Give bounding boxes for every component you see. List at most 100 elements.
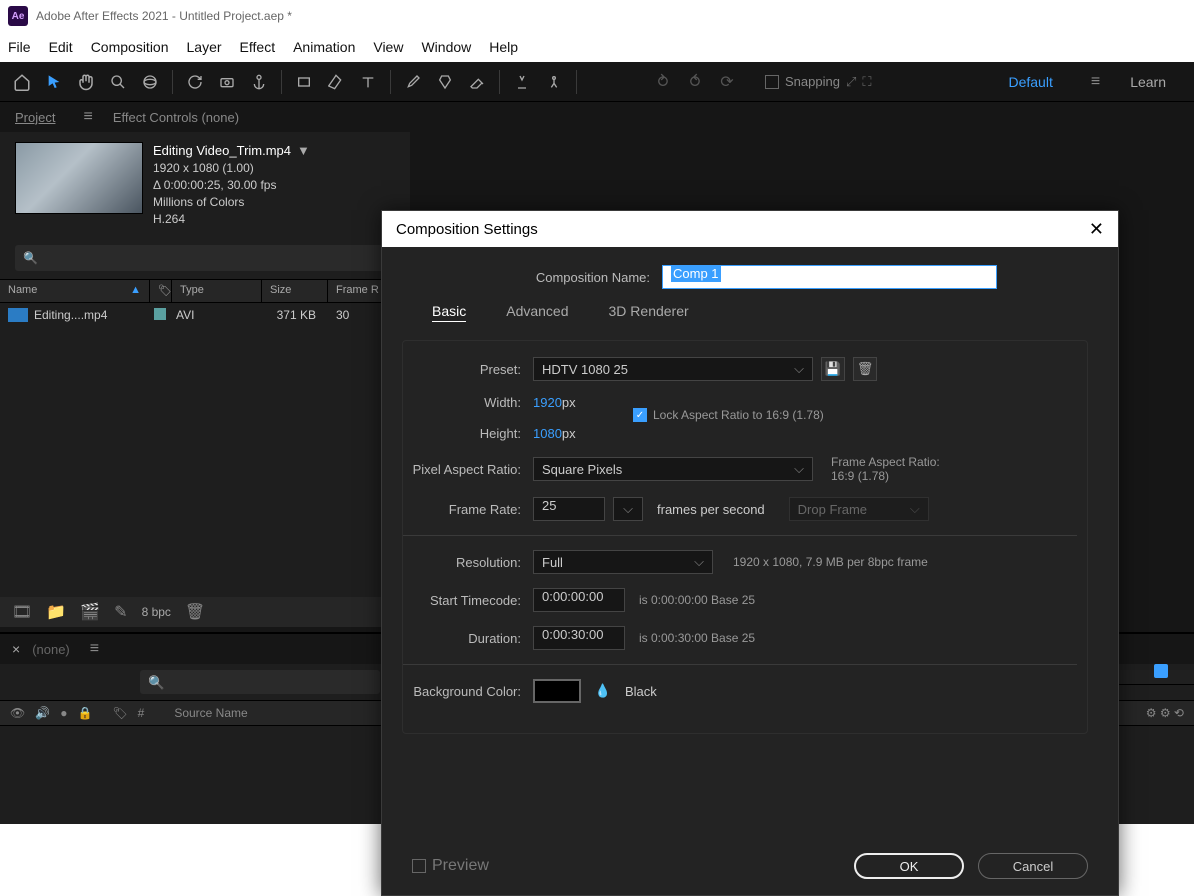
snap-opt-icon[interactable]: ⤢ xyxy=(846,74,856,90)
clone-tool-icon[interactable] xyxy=(431,68,459,96)
menu-window[interactable]: Window xyxy=(421,39,471,55)
timeline-search-input[interactable] xyxy=(140,670,380,694)
workspace-menu-icon[interactable]: ≡ xyxy=(1091,73,1100,91)
menu-edit[interactable]: Edit xyxy=(49,39,73,55)
tl-switches-icon[interactable]: ⚙ ⚙ ⟲ xyxy=(1146,706,1184,720)
par-dropdown[interactable]: Square Pixels⌵ xyxy=(533,457,813,481)
composition-settings-dialog: Composition Settings ✕ Composition Name:… xyxy=(381,210,1119,896)
preset-dropdown[interactable]: HDTV 1080 25⌵ xyxy=(533,357,813,381)
clip-dropdown-icon[interactable]: ▼ xyxy=(297,142,310,160)
snap-opt2-icon[interactable]: ⛶ xyxy=(862,74,871,90)
home-tool-icon[interactable] xyxy=(8,68,36,96)
axis-x-icon[interactable]: ⥁ xyxy=(649,68,677,96)
tl-label-icon[interactable]: 🏷 xyxy=(112,706,127,720)
menu-help[interactable]: Help xyxy=(489,39,518,55)
timeline-close-icon[interactable]: × xyxy=(12,641,20,657)
framerate-label: Frame Rate: xyxy=(403,502,533,517)
dialog-close-icon[interactable]: ✕ xyxy=(1089,219,1104,240)
project-tab-menu-icon[interactable]: ≡ xyxy=(83,108,92,126)
tab-basic[interactable]: Basic xyxy=(432,303,466,322)
axis-y-icon[interactable]: ⥀ xyxy=(681,68,709,96)
resolution-label: Resolution: xyxy=(403,555,533,570)
duration-info: is 0:00:30:00 Base 25 xyxy=(639,631,755,645)
col-size[interactable]: Size xyxy=(262,280,328,302)
width-label: Width: xyxy=(403,395,533,410)
hand-tool-icon[interactable] xyxy=(72,68,100,96)
tl-lock-icon[interactable]: 🔒 xyxy=(77,706,92,720)
brush-tool-icon[interactable] xyxy=(399,68,427,96)
cancel-button[interactable]: Cancel xyxy=(978,853,1088,879)
rotate-tool-icon[interactable] xyxy=(181,68,209,96)
lock-aspect-checkbox[interactable]: ✓ xyxy=(633,408,647,422)
bgcolor-swatch[interactable] xyxy=(533,679,581,703)
adjust-icon[interactable]: ✎ xyxy=(114,602,127,622)
workspace-default[interactable]: Default xyxy=(1008,74,1052,90)
anchor-tool-icon[interactable] xyxy=(245,68,273,96)
puppet-tool-icon[interactable] xyxy=(540,68,568,96)
menu-animation[interactable]: Animation xyxy=(293,39,355,55)
clip-thumbnail[interactable] xyxy=(15,142,143,214)
asset-tag-color[interactable] xyxy=(154,308,166,320)
framerate-dropdown[interactable]: ⌵ xyxy=(613,497,643,521)
eyedropper-icon[interactable]: 💧 xyxy=(591,679,615,703)
roto-tool-icon[interactable] xyxy=(508,68,536,96)
clip-codec: H.264 xyxy=(153,211,310,228)
workspace-learn[interactable]: Learn xyxy=(1130,74,1166,90)
orbit-tool-icon[interactable] xyxy=(136,68,164,96)
tl-solo-icon[interactable]: ● xyxy=(60,706,67,720)
duration-input[interactable]: 0:00:30:00 xyxy=(533,626,625,650)
menu-composition[interactable]: Composition xyxy=(91,39,169,55)
selection-tool-icon[interactable] xyxy=(40,68,68,96)
width-value[interactable]: 1920 xyxy=(533,395,562,410)
bpc-label[interactable]: 8 bpc xyxy=(142,605,171,619)
px-unit: px xyxy=(562,395,576,410)
menu-bar: File Edit Composition Layer Effect Anima… xyxy=(0,32,1194,62)
timeline-menu-icon[interactable]: ≡ xyxy=(90,640,99,658)
zoom-tool-icon[interactable] xyxy=(104,68,132,96)
eraser-tool-icon[interactable] xyxy=(463,68,491,96)
menu-layer[interactable]: Layer xyxy=(187,39,222,55)
pen-tool-icon[interactable] xyxy=(322,68,350,96)
tl-source-name[interactable]: Source Name xyxy=(174,706,247,720)
tab-3d-renderer[interactable]: 3D Renderer xyxy=(609,303,689,322)
preview-checkbox[interactable] xyxy=(412,859,426,873)
type-tool-icon[interactable] xyxy=(354,68,382,96)
interpret-icon[interactable]: 🎞 xyxy=(12,602,32,622)
separator xyxy=(576,70,577,94)
col-name[interactable]: Name xyxy=(8,284,37,296)
snapping-group: Snapping ⤢ ⛶ xyxy=(765,74,871,90)
tl-video-icon[interactable]: 👁 xyxy=(10,706,25,720)
folder-icon[interactable]: 📁 xyxy=(46,602,66,622)
playhead-icon[interactable] xyxy=(1154,664,1168,678)
preset-delete-icon[interactable]: 🗑 xyxy=(853,357,877,381)
snapping-checkbox[interactable] xyxy=(765,75,779,89)
timeline-comp-name: (none) xyxy=(32,642,70,657)
camera-tool-icon[interactable] xyxy=(213,68,241,96)
framerate-input[interactable]: 25 xyxy=(533,497,605,521)
col-tag-icon[interactable]: 🏷 xyxy=(150,280,172,302)
project-tab[interactable]: Project xyxy=(15,110,55,125)
resolution-dropdown[interactable]: Full⌵ xyxy=(533,550,713,574)
trash-icon[interactable]: 🗑 xyxy=(185,602,205,622)
menu-effect[interactable]: Effect xyxy=(240,39,276,55)
effect-controls-tab[interactable]: Effect Controls (none) xyxy=(113,110,239,125)
duration-label: Duration: xyxy=(403,631,533,646)
project-search-input[interactable] xyxy=(15,245,395,271)
preset-save-icon[interactable]: 💾 xyxy=(821,357,845,381)
start-timecode-input[interactable]: 0:00:00:00 xyxy=(533,588,625,612)
menu-file[interactable]: File xyxy=(8,39,31,55)
project-panel: Project ≡ Effect Controls (none) Editing… xyxy=(0,102,410,627)
height-value[interactable]: 1080 xyxy=(533,426,562,441)
tab-advanced[interactable]: Advanced xyxy=(506,303,568,322)
asset-row[interactable]: Editing....mp4 AVI 371 KB 30 xyxy=(0,303,410,327)
col-type[interactable]: Type xyxy=(172,280,262,302)
tl-audio-icon[interactable]: 🔊 xyxy=(35,706,50,720)
ok-button[interactable]: OK xyxy=(854,853,964,879)
menu-view[interactable]: View xyxy=(373,39,403,55)
rect-tool-icon[interactable] xyxy=(290,68,318,96)
comp-name-input[interactable]: Comp 1 xyxy=(662,265,997,289)
axis-z-icon[interactable]: ⟳ xyxy=(713,68,741,96)
preset-label: Preset: xyxy=(403,362,533,377)
comp-icon[interactable]: 🎬 xyxy=(80,602,100,622)
far-value: 16:9 (1.78) xyxy=(831,469,940,483)
